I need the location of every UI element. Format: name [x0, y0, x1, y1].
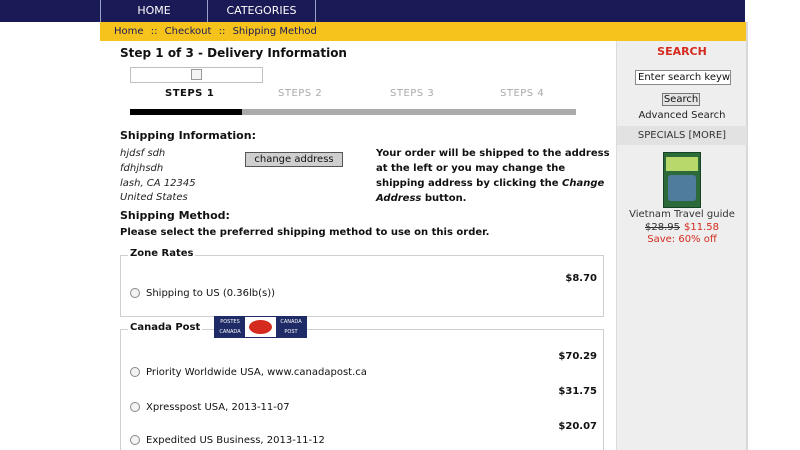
logo-text-right: CANADA POST	[276, 317, 306, 337]
page-title: Step 1 of 3 - Delivery Information	[120, 46, 347, 60]
option-price: $70.29	[558, 351, 597, 362]
special-price: $11.58	[684, 222, 719, 233]
checkout-main: Step 1 of 3 - Delivery Information STEPS…	[100, 41, 616, 450]
change-address-button[interactable]: change address	[245, 152, 343, 167]
shipping-method-instruction: Please select the preferred shipping met…	[120, 227, 490, 238]
option-price: $20.07	[558, 421, 597, 432]
book-cover-photo	[668, 175, 696, 201]
search-input[interactable]: Enter search keywords here	[635, 70, 731, 85]
address-line: hjdsf sdh	[120, 148, 166, 159]
search-title: SEARCH	[657, 45, 707, 58]
option-label: Shipping to US (0.36lb(s))	[146, 288, 276, 299]
radio-button[interactable]	[130, 402, 140, 412]
advanced-search-link[interactable]: Advanced Search	[617, 110, 747, 121]
option-label: Expedited US Business, 2013-11-12	[146, 435, 325, 446]
logo-text-left: POSTES CANADA	[215, 317, 245, 337]
product-image[interactable]	[663, 152, 701, 208]
shipping-option[interactable]: Xpresspost USA, 2013-11-07	[130, 402, 290, 413]
shipping-note: Your order will be shipped to the addres…	[376, 146, 611, 206]
product-price: $28.95 $11.58	[617, 222, 747, 233]
broken-image-icon	[191, 69, 202, 80]
savings-text: Save: 60% off	[647, 234, 717, 245]
nav-categories-link[interactable]: CATEGORIES	[208, 0, 316, 22]
breadcrumb-home-link[interactable]: Home	[114, 26, 144, 37]
shipping-info-heading: Shipping Information:	[120, 129, 256, 142]
address-line: United States	[120, 192, 188, 203]
top-navigation: HOME CATEGORIES	[0, 0, 800, 22]
old-price: $28.95	[645, 222, 680, 233]
shipping-option[interactable]: Expedited US Business, 2013-11-12	[130, 435, 325, 446]
shipping-method-heading: Shipping Method:	[120, 209, 230, 222]
shipping-option[interactable]: Shipping to US (0.36lb(s))	[130, 288, 275, 299]
address-line: fdhjhsdh	[120, 163, 164, 174]
shipping-note-text-end: button.	[421, 193, 467, 204]
step-1-label: STEPS 1	[165, 88, 215, 99]
logo-emblem	[249, 320, 272, 334]
option-label: Xpresspost USA, 2013-11-07	[146, 402, 290, 413]
step-image	[130, 67, 263, 83]
breadcrumb-current: Shipping Method	[232, 26, 317, 37]
group-legend: Canada Post	[128, 322, 203, 333]
canada-post-group: Canada Post POSTES CANADA CANADA POST $70.…	[120, 316, 604, 450]
specials-more-link[interactable]: [MORE]	[689, 130, 727, 141]
step-4-label: STEPS 4	[500, 88, 545, 99]
address-line: lash, CA 12345	[120, 178, 196, 189]
shipping-option[interactable]: Priority Worldwide USA, www.canadapost.c…	[130, 367, 367, 378]
radio-button[interactable]	[130, 288, 140, 298]
step-2-label: STEPS 2	[278, 88, 323, 99]
breadcrumb-checkout-link[interactable]: Checkout	[165, 26, 212, 37]
option-label: Priority Worldwide USA, www.canadapost.c…	[146, 367, 367, 378]
product-name-link[interactable]: Vietnam Travel guide	[617, 209, 747, 220]
group-legend: Zone Rates	[128, 248, 196, 259]
step-progress-fill	[130, 109, 242, 115]
option-price: $31.75	[558, 386, 597, 397]
step-progress-bar	[130, 109, 576, 115]
radio-button[interactable]	[130, 435, 140, 445]
zone-rates-group: Zone Rates $8.70 Shipping to US (0.36lb(…	[120, 248, 604, 317]
search-button[interactable]: Search	[662, 93, 700, 106]
book-cover-band	[666, 157, 698, 171]
canada-post-logo: POSTES CANADA CANADA POST	[214, 316, 307, 338]
breadcrumb-separator: ::	[150, 26, 158, 37]
nav-home-link[interactable]: HOME	[100, 0, 208, 22]
radio-button[interactable]	[130, 367, 140, 377]
sidebar: SEARCH Enter search keywords here Search…	[616, 41, 747, 450]
breadcrumb-separator: ::	[218, 26, 226, 37]
specials-title: SPECIALS	[637, 130, 686, 141]
specials-header: SPECIALS [MORE]	[617, 126, 747, 145]
option-price: $8.70	[565, 273, 597, 284]
breadcrumb: Home :: Checkout :: Shipping Method	[100, 22, 746, 41]
step-3-label: STEPS 3	[390, 88, 435, 99]
